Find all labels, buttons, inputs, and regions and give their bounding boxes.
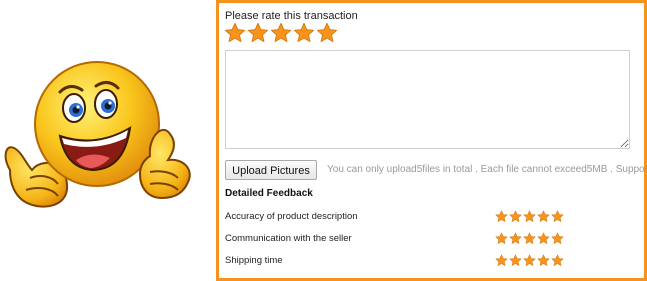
star-icon[interactable] xyxy=(509,232,522,245)
star-icon[interactable] xyxy=(495,254,508,267)
rating-panel: Please rate this transaction Upload Pict… xyxy=(216,0,647,281)
upload-hint: You can only upload5files in total . Eac… xyxy=(327,164,647,175)
star-icon[interactable] xyxy=(523,232,536,245)
star-icon[interactable] xyxy=(537,254,550,267)
criterion-stars-accuracy[interactable] xyxy=(495,210,564,223)
criterion-label-accuracy: Accuracy of product description xyxy=(225,211,358,222)
overall-rating-stars[interactable] xyxy=(224,22,338,44)
star-icon[interactable] xyxy=(551,232,564,245)
upload-pictures-button[interactable]: Upload Pictures xyxy=(225,160,317,180)
detailed-feedback-title: Detailed Feedback xyxy=(225,188,313,199)
star-icon[interactable] xyxy=(551,210,564,223)
star-icon[interactable] xyxy=(523,210,536,223)
star-icon[interactable] xyxy=(551,254,564,267)
thumbs-up-smiley-icon xyxy=(0,52,200,222)
comment-textarea[interactable] xyxy=(225,50,630,149)
star-icon[interactable] xyxy=(537,210,550,223)
criterion-label-communication: Communication with the seller xyxy=(225,233,352,244)
star-icon[interactable] xyxy=(316,22,338,44)
star-icon[interactable] xyxy=(224,22,246,44)
rate-prompt: Please rate this transaction xyxy=(225,10,358,22)
star-icon[interactable] xyxy=(495,210,508,223)
criterion-stars-communication[interactable] xyxy=(495,232,564,245)
star-icon[interactable] xyxy=(247,22,269,44)
star-icon[interactable] xyxy=(537,232,550,245)
star-icon[interactable] xyxy=(523,254,536,267)
criterion-stars-shipping[interactable] xyxy=(495,254,564,267)
star-icon[interactable] xyxy=(270,22,292,44)
star-icon[interactable] xyxy=(509,254,522,267)
star-icon[interactable] xyxy=(293,22,315,44)
star-icon[interactable] xyxy=(495,232,508,245)
star-icon[interactable] xyxy=(509,210,522,223)
criterion-label-shipping: Shipping time xyxy=(225,255,283,266)
